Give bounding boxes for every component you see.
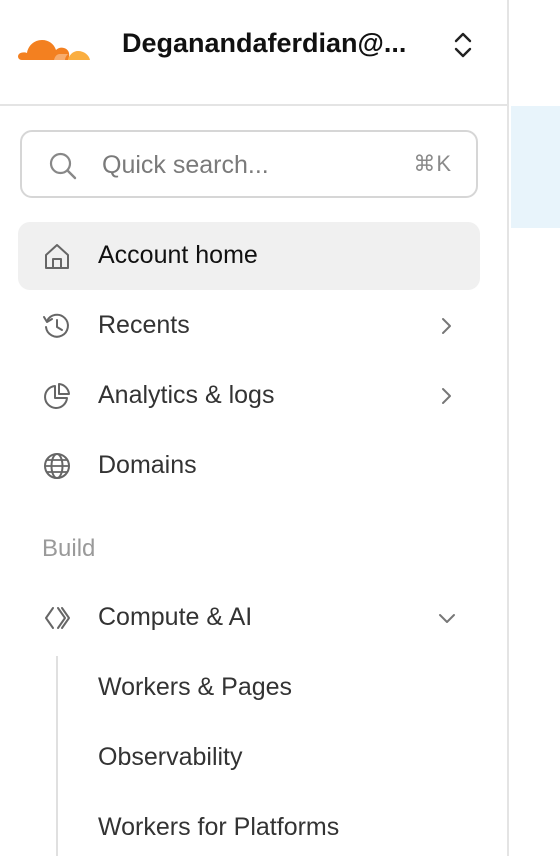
account-switcher-icon[interactable] <box>446 28 480 62</box>
home-icon <box>42 241 72 271</box>
nav-item-domains[interactable]: Domains <box>18 432 480 500</box>
submenu-divider <box>56 656 58 856</box>
main-content-banner <box>511 106 560 228</box>
compute-icon <box>42 603 72 633</box>
nav-item-label: Compute & AI <box>98 603 253 631</box>
chevron-right-icon[interactable] <box>436 384 458 408</box>
search-shortcut: ⌘K <box>413 151 452 176</box>
quick-search[interactable]: ⌘K <box>20 130 478 198</box>
sidebar-header: Deganandaferdian@... <box>0 0 509 106</box>
section-label-build: Build <box>42 535 96 562</box>
cloudflare-logo-icon[interactable] <box>16 26 92 64</box>
nav-item-account-home[interactable]: Account home <box>18 222 480 290</box>
account-name[interactable]: Deganandaferdian@... <box>122 28 406 59</box>
subnav-item-workers-for-platforms[interactable]: Workers for Platforms <box>80 797 480 856</box>
nav-item-compute-ai[interactable]: Compute & AI <box>18 584 480 652</box>
sidebar: Deganandaferdian@... ⌘K <box>0 0 509 856</box>
globe-icon <box>42 451 72 481</box>
nav-item-analytics-logs[interactable]: Analytics & logs <box>18 362 480 430</box>
app: Deganandaferdian@... ⌘K <box>0 0 560 856</box>
subnav-item-observability[interactable]: Observability <box>80 727 480 789</box>
nav-item-label: Account home <box>98 241 258 269</box>
nav-item-label: Recents <box>98 311 190 339</box>
nav-item-recents[interactable]: Recents <box>18 292 480 360</box>
subnav-item-label: Observability <box>98 743 243 771</box>
search-icon <box>48 151 78 181</box>
subnav-item-label: Workers for Platforms <box>98 813 340 841</box>
nav-item-label: Analytics & logs <box>98 381 275 409</box>
search-input[interactable] <box>102 146 402 184</box>
history-icon <box>42 311 72 341</box>
subnav-item-workers-pages[interactable]: Workers & Pages <box>80 657 480 719</box>
subnav-item-label: Workers & Pages <box>98 673 293 701</box>
chevron-right-icon[interactable] <box>436 314 458 338</box>
chevron-down-icon[interactable] <box>436 606 458 630</box>
pie-chart-icon <box>42 381 72 411</box>
nav-item-label: Domains <box>98 451 197 479</box>
